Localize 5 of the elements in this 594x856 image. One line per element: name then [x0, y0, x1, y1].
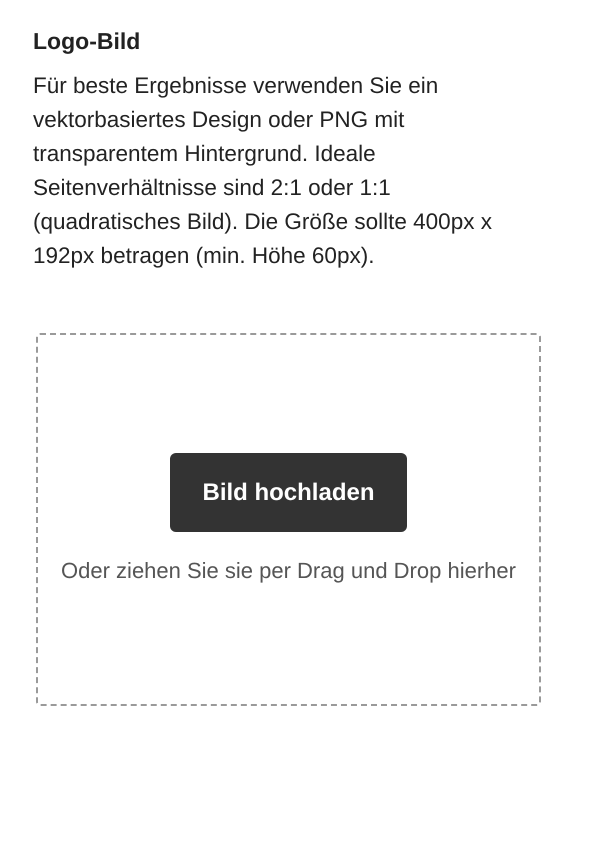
- upload-button[interactable]: Bild hochladen: [170, 453, 406, 532]
- description-text: Für beste Ergebnisse verwenden Sie ein vektorbasiertes Design oder PNG mit transparentem Hintergrund. Ideale Seitenverhältnisse sind 2:1 oder 1:1 (quadratisches Bild). Die Größe sollte 400px x 192px betragen (min. Höhe 60px).: [33, 72, 493, 270]
- drop-hint: Oder ziehen Sie sie per Drag und Drop hierher: [60, 557, 517, 585]
- dropzone[interactable]: Bild hochladen Oder ziehen Sie sie per Drag und Drop hierher: [36, 333, 541, 706]
- section-title: Logo-Bild: [33, 28, 142, 55]
